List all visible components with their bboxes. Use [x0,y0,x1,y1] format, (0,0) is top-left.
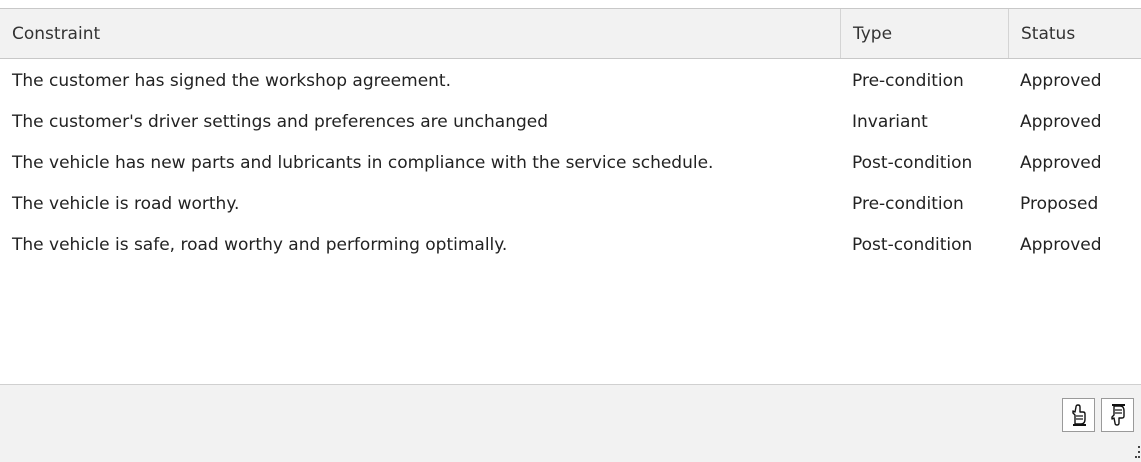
status-cell: Approved [1020,235,1102,255]
hand-down-button[interactable] [1101,398,1134,432]
table-header: Constraint Type Status [0,9,1141,59]
table-row[interactable]: The vehicle has new parts and lubricants… [0,141,1141,182]
type-cell: Post-condition [852,153,973,173]
status-cell: Proposed [1020,194,1099,214]
column-header-constraint[interactable]: Constraint [0,9,840,58]
top-border [0,0,1141,9]
type-cell: Pre-condition [852,194,964,214]
table-row[interactable]: The vehicle is road worthy. Pre-conditio… [0,182,1141,223]
constraints-panel: Constraint Type Status The customer has … [0,0,1141,462]
hand-down-icon [1110,404,1125,426]
resize-grip[interactable] [1135,446,1140,458]
constraint-cell: The vehicle has new parts and lubricants… [12,153,714,173]
constraint-cell: The vehicle is safe, road worthy and per… [12,235,508,255]
constraint-cell: The customer's driver settings and prefe… [12,112,549,132]
type-cell: Pre-condition [852,71,964,91]
status-cell: Approved [1020,153,1102,173]
constraint-cell: The customer has signed the workshop agr… [12,71,452,91]
status-cell: Approved [1020,71,1102,91]
type-cell: Invariant [852,112,928,132]
constraints-table: Constraint Type Status The customer has … [0,9,1141,384]
table-row[interactable]: The customer's driver settings and prefe… [0,100,1141,141]
hand-up-icon [1071,404,1086,426]
column-header-status[interactable]: Status [1008,9,1141,58]
constraint-cell: The vehicle is road worthy. [12,194,240,214]
table-body: The customer has signed the workshop agr… [0,59,1141,264]
column-header-type[interactable]: Type [840,9,1008,58]
table-row[interactable]: The customer has signed the workshop agr… [0,59,1141,100]
table-row[interactable]: The vehicle is safe, road worthy and per… [0,223,1141,264]
hand-up-button[interactable] [1062,398,1095,432]
footer-toolbar [0,384,1141,462]
status-cell: Approved [1020,112,1102,132]
type-cell: Post-condition [852,235,973,255]
